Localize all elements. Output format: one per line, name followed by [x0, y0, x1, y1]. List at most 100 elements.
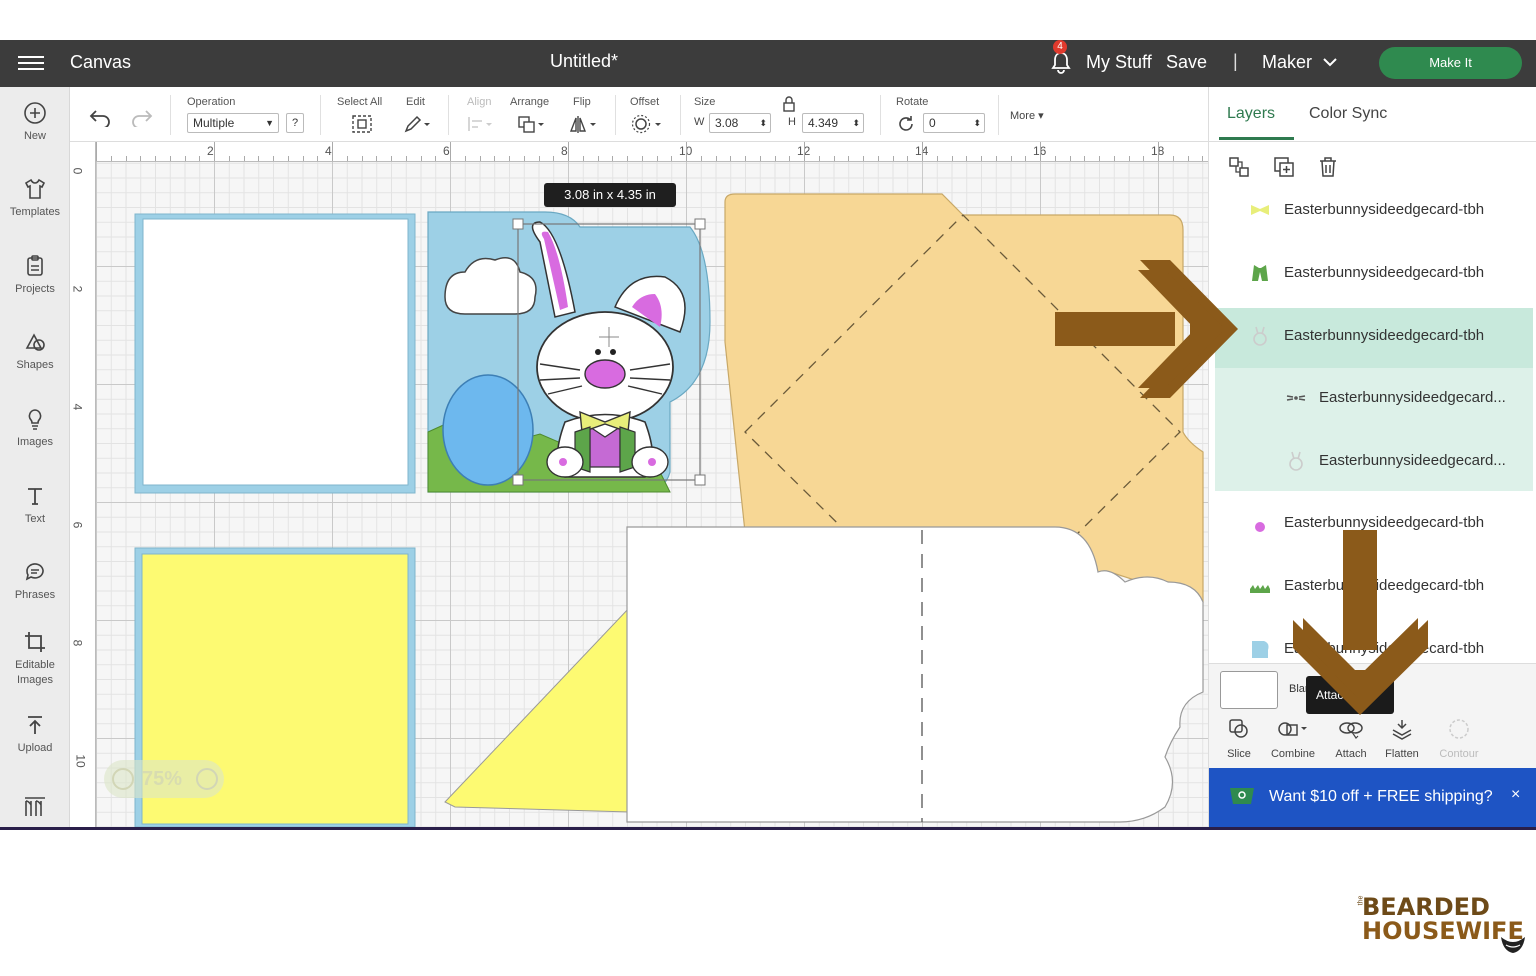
edit-label: Edit	[406, 96, 425, 108]
tool-label: Templates	[9, 206, 61, 218]
zoom-out-icon[interactable]	[112, 768, 134, 790]
editable-images-tool[interactable]: Editable Images	[0, 630, 70, 688]
tab-underline	[1219, 137, 1294, 140]
bunny-outline-icon	[1289, 451, 1303, 471]
blank-swatch[interactable]	[1220, 671, 1278, 709]
contour-button: Contour	[1429, 718, 1489, 760]
tool-label: New	[23, 130, 46, 142]
flatten-button[interactable]: Flatten	[1372, 718, 1432, 760]
layer-name: Easterbunnysideedgecard...	[1319, 452, 1506, 469]
yellow-triangle[interactable]	[444, 605, 631, 813]
slice-icon	[1229, 719, 1248, 738]
tab-layers[interactable]: Layers	[1227, 105, 1275, 123]
card-white-panel[interactable]	[142, 218, 409, 486]
divider	[680, 95, 681, 135]
tool-label: Images	[16, 436, 54, 448]
combine-button[interactable]: Combine	[1263, 718, 1323, 760]
align-icon	[468, 117, 492, 131]
width-value: 3.08	[715, 116, 739, 130]
help-button[interactable]: ?	[286, 113, 304, 133]
divider	[170, 95, 171, 135]
stepper-icon[interactable]: ⬍	[759, 114, 767, 132]
combine-icon	[1278, 722, 1307, 736]
phrases-tool[interactable]: Phrases	[0, 560, 70, 603]
resize-handle[interactable]	[512, 474, 524, 486]
zoom-in-icon[interactable]	[196, 768, 218, 790]
images-tool[interactable]: Images	[0, 407, 70, 450]
zoom-level: 75%	[142, 768, 183, 790]
monogram-tool[interactable]	[0, 795, 70, 819]
machine-select[interactable]: Maker	[1262, 52, 1312, 73]
height-label: H	[788, 116, 796, 128]
divider	[615, 95, 616, 135]
screen: Canvas Untitled* 4 My Stuff Save | Maker…	[0, 0, 1536, 976]
shapes-tool[interactable]: Shapes	[0, 330, 70, 373]
layer-name: Easterbunnysideedgecard-tbh	[1284, 264, 1485, 281]
canvas-shapes	[134, 193, 1204, 827]
edit-toolbar: Operation Multiple ▼ ? Select All Edit A…	[70, 87, 1208, 142]
pencil-icon[interactable]	[402, 114, 434, 134]
my-stuff-link[interactable]: My Stuff	[1086, 52, 1152, 73]
width-input[interactable]: 3.08 ⬍	[709, 113, 771, 133]
stepper-icon[interactable]: ⬍	[973, 114, 981, 132]
lightbulb-icon	[28, 409, 42, 430]
align-label: Align	[467, 96, 492, 108]
select-all-icon[interactable]	[351, 114, 373, 134]
resize-handle[interactable]	[694, 218, 706, 230]
save-button[interactable]: Save	[1166, 52, 1207, 73]
resize-handle[interactable]	[512, 218, 524, 230]
layer-row[interactable]: Easterbunnysideedgecard...	[1209, 367, 1536, 430]
trash-icon[interactable]	[1316, 155, 1340, 179]
zoom-control[interactable]: 75%	[104, 760, 224, 798]
new-tool[interactable]: New	[0, 101, 70, 144]
tab-color-sync[interactable]: Color Sync	[1309, 105, 1387, 123]
layer-row[interactable]: Easterbunnysideedgecard-tbh	[1209, 242, 1536, 305]
design-canvas[interactable]: 24681012141618 0246810	[70, 142, 1208, 827]
operation-select[interactable]: Multiple ▼	[187, 113, 279, 133]
flip-label: Flip	[573, 96, 591, 108]
clipboard-icon	[27, 255, 43, 276]
document-title[interactable]: Untitled*	[550, 51, 618, 72]
layer-row[interactable]: Easterbunnysideedgecard-tbh	[1209, 305, 1536, 368]
flatten-label: Flatten	[1385, 748, 1419, 760]
divider	[998, 95, 999, 135]
menu-icon[interactable]	[18, 52, 44, 74]
rotate-value: 0	[929, 116, 936, 130]
lock-icon[interactable]	[782, 96, 796, 112]
plus-circle-icon	[24, 102, 46, 124]
bunny-paw-pad	[648, 458, 656, 466]
text-tool[interactable]: Text	[0, 484, 70, 527]
easter-egg[interactable]	[442, 374, 534, 486]
undo-icon[interactable]	[88, 107, 112, 127]
chevron-down-icon[interactable]	[1322, 54, 1338, 70]
templates-tool[interactable]: Templates	[0, 177, 70, 220]
promo-text: Want $10 off + FREE shipping?	[1269, 788, 1493, 805]
make-it-button[interactable]: Make It	[1379, 47, 1522, 79]
bottom-strip	[0, 827, 1536, 830]
height-input[interactable]: 4.349 ⬍	[802, 113, 864, 133]
resize-handle[interactable]	[694, 474, 706, 486]
stepper-icon[interactable]: ⬍	[852, 114, 860, 132]
group-icon[interactable]	[1227, 155, 1251, 179]
more-label: More	[1010, 110, 1036, 122]
duplicate-icon[interactable]	[1272, 155, 1296, 179]
promo-close-icon[interactable]: ×	[1511, 786, 1520, 804]
flip-icon[interactable]	[568, 114, 600, 134]
right-arrow-overlay	[1055, 260, 1238, 398]
layer-row[interactable]: Easterbunnysideedgecard-tbh	[1209, 179, 1536, 242]
rotate-icon[interactable]	[896, 114, 916, 134]
layer-row[interactable]: Easterbunnysideedgecard...	[1209, 430, 1536, 493]
promo-banner[interactable]: Want $10 off + FREE shipping? ×	[1209, 768, 1536, 827]
upload-tool[interactable]: Upload	[0, 713, 70, 756]
bowtie-icon	[1251, 205, 1269, 215]
rotate-input[interactable]: 0 ⬍	[923, 113, 985, 133]
projects-tool[interactable]: Projects	[0, 254, 70, 297]
arrange-icon[interactable]	[516, 114, 548, 134]
offset-icon[interactable]	[630, 114, 664, 134]
layer-name: Easterbunnysideedgecard...	[1319, 389, 1506, 406]
dimension-tooltip: 3.08 in x 4.35 in	[544, 183, 676, 207]
more-button[interactable]: More ▾	[1010, 109, 1044, 122]
topbar-separator: |	[1233, 51, 1238, 71]
attach-icon	[1339, 722, 1363, 739]
slice-button[interactable]: Slice	[1209, 718, 1269, 760]
